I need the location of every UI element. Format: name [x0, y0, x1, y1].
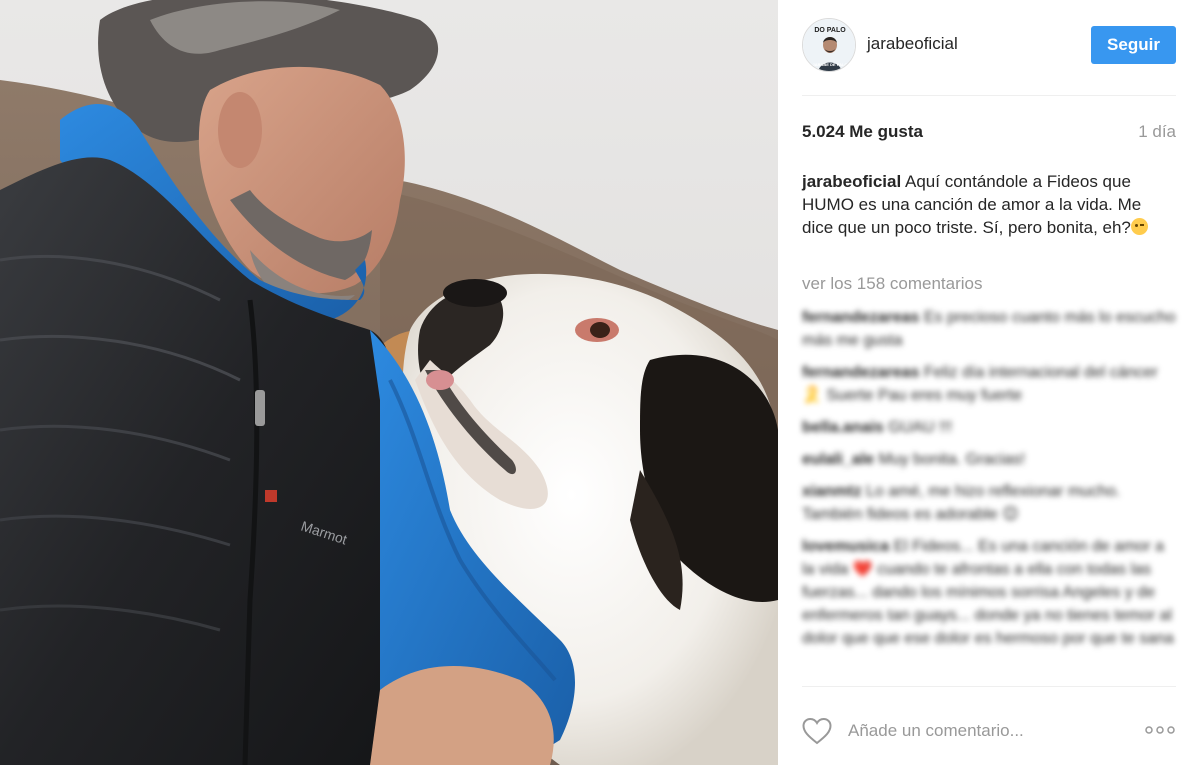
- more-options-icon[interactable]: [1144, 725, 1176, 735]
- comment-username[interactable]: xianmtz: [802, 483, 862, 500]
- comment-username[interactable]: bella.anais: [802, 419, 884, 436]
- post-photo: Marmot: [0, 0, 778, 765]
- post-footer: [802, 686, 1176, 765]
- comment-text: GUAU !!!: [888, 419, 953, 436]
- comment-item: fernandezareas Es precioso cuanto más lo…: [802, 306, 1176, 352]
- comment-username[interactable]: eulali_ale: [802, 451, 874, 468]
- likes-count[interactable]: 5.024 Me gusta: [802, 122, 923, 142]
- comment-username[interactable]: lovemusica: [802, 538, 889, 555]
- comment-username[interactable]: fernandezareas: [802, 364, 919, 381]
- caption-username[interactable]: jarabeoficial: [802, 172, 901, 191]
- comment-item: lovemusica El Fideos... Es una canción d…: [802, 535, 1176, 650]
- avatar-text-bottom: JARABE DE PALO: [812, 62, 847, 67]
- post-caption: jarabeoficial Aquí contándole a Fideos q…: [802, 170, 1176, 239]
- comment-item: fernandezareas Feliz día internacional d…: [802, 361, 1176, 407]
- wink-emoji-icon: [1130, 218, 1148, 235]
- comment-item: xianmtz Lo amé, me hizo reflexionar much…: [802, 480, 1176, 526]
- post-header: DO PALO JARABE DE PALO jarabeoficial Seg…: [802, 18, 1176, 96]
- post-time[interactable]: 1 día: [1138, 122, 1176, 142]
- comment-item: bella.anais GUAU !!!: [802, 416, 1176, 439]
- comment-username[interactable]: fernandezareas: [802, 309, 919, 326]
- view-all-comments-link[interactable]: ver los 158 comentarios: [802, 274, 982, 294]
- likes-row: 5.024 Me gusta 1 día: [802, 122, 1176, 146]
- comment-text: Muy bonita. Gracias!: [878, 451, 1026, 468]
- comments-list: fernandezareas Es precioso cuanto más lo…: [802, 306, 1176, 688]
- follow-button[interactable]: Seguir: [1091, 26, 1176, 64]
- post-sidebar: DO PALO JARABE DE PALO jarabeoficial Seg…: [778, 0, 1200, 765]
- add-comment-input[interactable]: [848, 719, 1128, 743]
- avatar-text-top: DO PALO: [814, 27, 846, 34]
- avatar[interactable]: DO PALO JARABE DE PALO: [802, 18, 856, 72]
- heart-icon[interactable]: [802, 717, 832, 745]
- comment-item: eulali_ale Muy bonita. Gracias!: [802, 448, 1176, 471]
- post-username[interactable]: jarabeoficial: [867, 34, 958, 54]
